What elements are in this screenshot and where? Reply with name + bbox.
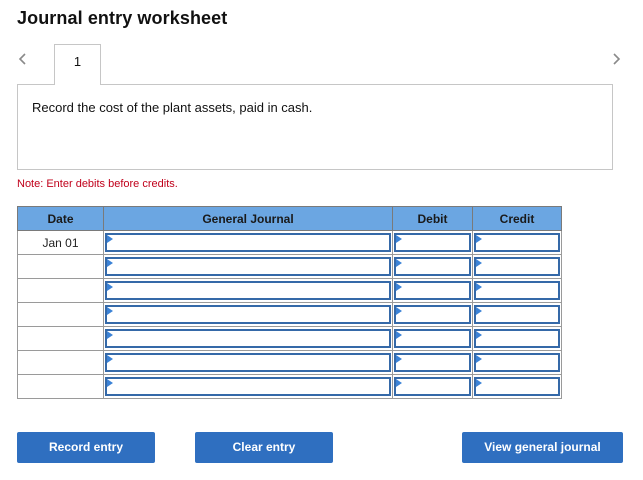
table-row bbox=[17, 326, 562, 351]
table-header-row: Date General Journal Debit Credit bbox=[17, 206, 562, 231]
field-marker-icon bbox=[396, 235, 402, 243]
credit-cell bbox=[472, 278, 562, 303]
account-cell bbox=[103, 278, 393, 303]
credit-cell bbox=[472, 326, 562, 351]
credit-cell bbox=[472, 230, 562, 255]
prompt-panel: Record the cost of the plant assets, pai… bbox=[17, 84, 613, 170]
column-header-general-journal: General Journal bbox=[103, 206, 393, 231]
table-row bbox=[17, 302, 562, 327]
debit-cell bbox=[392, 254, 473, 279]
field-marker-icon bbox=[107, 379, 113, 387]
date-cell[interactable] bbox=[17, 350, 104, 375]
chevron-right-icon[interactable] bbox=[609, 52, 623, 66]
view-general-journal-button[interactable]: View general journal bbox=[462, 432, 623, 463]
field-marker-icon bbox=[476, 307, 482, 315]
record-entry-button[interactable]: Record entry bbox=[17, 432, 155, 463]
prompt-text: Record the cost of the plant assets, pai… bbox=[32, 100, 313, 115]
date-cell[interactable] bbox=[17, 302, 104, 327]
debit-input[interactable] bbox=[394, 353, 471, 372]
credit-input[interactable] bbox=[474, 257, 560, 276]
table-row bbox=[17, 278, 562, 303]
date-cell[interactable]: Jan 01 bbox=[17, 230, 104, 255]
credit-input[interactable] bbox=[474, 329, 560, 348]
field-marker-icon bbox=[107, 331, 113, 339]
field-marker-icon bbox=[107, 307, 113, 315]
credit-cell bbox=[472, 254, 562, 279]
credit-cell bbox=[472, 350, 562, 375]
field-marker-icon bbox=[476, 259, 482, 267]
credit-input[interactable] bbox=[474, 377, 560, 396]
account-input[interactable] bbox=[105, 305, 391, 324]
account-input[interactable] bbox=[105, 281, 391, 300]
field-marker-icon bbox=[107, 259, 113, 267]
debit-cell bbox=[392, 278, 473, 303]
table-row bbox=[17, 374, 562, 399]
account-cell bbox=[103, 374, 393, 399]
column-header-date: Date bbox=[17, 206, 104, 231]
date-cell[interactable] bbox=[17, 326, 104, 351]
debit-cell bbox=[392, 326, 473, 351]
chevron-left-icon[interactable] bbox=[16, 52, 30, 66]
column-header-debit: Debit bbox=[392, 206, 473, 231]
journal-table: Date General Journal Debit Credit Jan 01 bbox=[17, 206, 562, 399]
debit-cell bbox=[392, 230, 473, 255]
debit-input[interactable] bbox=[394, 233, 471, 252]
account-input[interactable] bbox=[105, 353, 391, 372]
debit-cell bbox=[392, 374, 473, 399]
table-row: Jan 01 bbox=[17, 230, 562, 255]
page-title: Journal entry worksheet bbox=[17, 8, 228, 28]
debit-input[interactable] bbox=[394, 305, 471, 324]
field-marker-icon bbox=[396, 283, 402, 291]
credit-input[interactable] bbox=[474, 305, 560, 324]
column-header-credit: Credit bbox=[472, 206, 562, 231]
debit-input[interactable] bbox=[394, 257, 471, 276]
field-marker-icon bbox=[107, 355, 113, 363]
account-cell bbox=[103, 302, 393, 327]
account-input[interactable] bbox=[105, 377, 391, 396]
credit-input[interactable] bbox=[474, 233, 560, 252]
field-marker-icon bbox=[476, 355, 482, 363]
date-cell[interactable] bbox=[17, 254, 104, 279]
debit-input[interactable] bbox=[394, 329, 471, 348]
account-input[interactable] bbox=[105, 329, 391, 348]
account-cell bbox=[103, 254, 393, 279]
table-row bbox=[17, 254, 562, 279]
credit-input[interactable] bbox=[474, 353, 560, 372]
field-marker-icon bbox=[476, 283, 482, 291]
field-marker-icon bbox=[396, 331, 402, 339]
credit-input[interactable] bbox=[474, 281, 560, 300]
field-marker-icon bbox=[396, 259, 402, 267]
date-cell[interactable] bbox=[17, 278, 104, 303]
clear-entry-button[interactable]: Clear entry bbox=[195, 432, 333, 463]
date-cell[interactable] bbox=[17, 374, 104, 399]
debit-input[interactable] bbox=[394, 377, 471, 396]
account-cell bbox=[103, 326, 393, 351]
field-marker-icon bbox=[476, 379, 482, 387]
field-marker-icon bbox=[107, 283, 113, 291]
debit-cell bbox=[392, 350, 473, 375]
note-text: Note: Enter debits before credits. bbox=[17, 178, 178, 190]
debit-cell bbox=[392, 302, 473, 327]
debit-input[interactable] bbox=[394, 281, 471, 300]
field-marker-icon bbox=[107, 235, 113, 243]
field-marker-icon bbox=[476, 235, 482, 243]
account-input[interactable] bbox=[105, 233, 391, 252]
field-marker-icon bbox=[476, 331, 482, 339]
account-cell bbox=[103, 230, 393, 255]
credit-cell bbox=[472, 374, 562, 399]
field-marker-icon bbox=[396, 355, 402, 363]
account-input[interactable] bbox=[105, 257, 391, 276]
field-marker-icon bbox=[396, 307, 402, 315]
credit-cell bbox=[472, 302, 562, 327]
tab-1[interactable]: 1 bbox=[54, 44, 101, 85]
table-row bbox=[17, 350, 562, 375]
account-cell bbox=[103, 350, 393, 375]
field-marker-icon bbox=[396, 379, 402, 387]
